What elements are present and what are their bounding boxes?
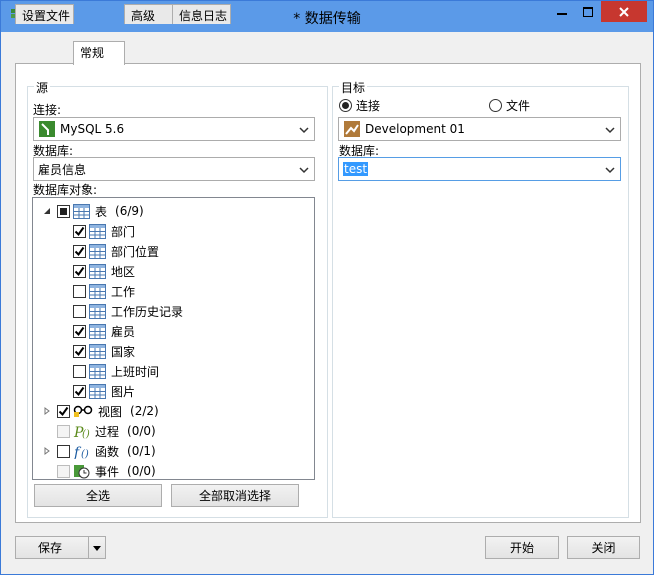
- window: * 数据传输 设置文件 常规 高级 信息日志 源 连接: MySQL 5.6 数…: [0, 0, 654, 575]
- table-checkbox[interactable]: [73, 344, 86, 358]
- table-icon: [89, 343, 106, 360]
- chevron-down-icon: [605, 164, 615, 174]
- tree-item-table[interactable]: 上班时间: [73, 361, 159, 381]
- table-icon: [89, 243, 106, 260]
- select-all-button[interactable]: 全选: [34, 484, 162, 507]
- database-objects-tree[interactable]: 表 (6/9) 部门 部门位置 地区 工作 工作历史记录 雇员 国家 上班时间 图片 视图 (2…: [32, 197, 315, 480]
- maximize-button[interactable]: [575, 1, 601, 22]
- tree-item-table[interactable]: 地区: [73, 261, 135, 281]
- expand-arrow-icon[interactable]: [41, 445, 53, 457]
- server-connection-icon: [343, 121, 360, 138]
- database-objects-label: 数据库对象:: [33, 183, 98, 197]
- events-checkbox[interactable]: [57, 464, 70, 478]
- table-icon: [89, 323, 106, 340]
- procedure-icon: P(): [73, 423, 90, 440]
- source-database-select[interactable]: 雇员信息: [33, 157, 315, 181]
- target-connection-radio[interactable]: 连接: [339, 97, 380, 114]
- target-connection-value: Development 01: [365, 122, 465, 136]
- svg-text:(): (): [81, 449, 89, 459]
- mysql-connection-icon: [38, 121, 55, 138]
- title-bar[interactable]: * 数据传输: [1, 1, 653, 32]
- tab-general[interactable]: 常规: [73, 41, 125, 65]
- table-icon: [89, 263, 106, 280]
- table-icon: [89, 383, 106, 400]
- deselect-all-button[interactable]: 全部取消选择: [171, 484, 299, 507]
- save-dropdown-button[interactable]: [88, 536, 106, 559]
- table-checkbox[interactable]: [73, 324, 86, 338]
- views-checkbox[interactable]: [57, 404, 70, 418]
- view-glasses-icon: [73, 403, 93, 420]
- table-icon: [89, 223, 106, 240]
- table-icon: [73, 203, 90, 220]
- close-button[interactable]: 关闭: [567, 536, 640, 559]
- svg-text:(): (): [82, 429, 90, 439]
- table-checkbox[interactable]: [73, 264, 86, 278]
- tree-node-procedures[interactable]: P() 过程 (0/0): [41, 421, 156, 441]
- target-file-radio[interactable]: 文件: [489, 97, 530, 114]
- general-panel: 源 连接: MySQL 5.6 数据库: 雇员信息 数据库对象: 表 (6/9)…: [15, 63, 641, 523]
- collapse-arrow-icon[interactable]: [41, 205, 53, 217]
- tab-profile[interactable]: 设置文件: [15, 4, 74, 24]
- table-checkbox[interactable]: [73, 284, 86, 298]
- source-database-value: 雇员信息: [38, 162, 87, 177]
- table-icon: [89, 283, 106, 300]
- tree-node-events[interactable]: 事件 (0/0): [41, 461, 156, 480]
- caret-down-icon: [93, 545, 101, 551]
- tree-node-tables[interactable]: 表 (6/9): [41, 201, 144, 221]
- table-checkbox[interactable]: [73, 224, 86, 238]
- table-checkbox[interactable]: [73, 244, 86, 258]
- tree-item-table[interactable]: 国家: [73, 341, 135, 361]
- tab-advanced[interactable]: 高级: [124, 4, 173, 24]
- tab-message-log[interactable]: 信息日志: [172, 4, 231, 24]
- table-checkbox[interactable]: [73, 384, 86, 398]
- save-button[interactable]: 保存: [15, 536, 89, 559]
- table-checkbox[interactable]: [73, 364, 86, 378]
- source-group-label: 源: [34, 79, 51, 96]
- source-connection-value: MySQL 5.6: [60, 122, 125, 136]
- close-window-button[interactable]: [601, 1, 647, 22]
- event-clock-icon: [73, 463, 90, 480]
- tree-item-table[interactable]: 工作: [73, 281, 135, 301]
- tree-node-functions[interactable]: f() 函数 (0/1): [41, 441, 156, 461]
- chevron-down-icon: [299, 164, 309, 174]
- tree-item-table[interactable]: 图片: [73, 381, 135, 401]
- tree-item-table[interactable]: 雇员: [73, 321, 135, 341]
- tree-item-table[interactable]: 部门位置: [73, 241, 159, 261]
- target-database-value: test: [343, 162, 369, 176]
- tree-node-views[interactable]: 视图 (2/2): [41, 401, 159, 421]
- table-icon: [89, 303, 106, 320]
- target-connection-select[interactable]: Development 01: [338, 117, 621, 141]
- target-group-label: 目标: [339, 79, 368, 96]
- radio-selected-icon[interactable]: [339, 99, 352, 112]
- chevron-down-icon: [605, 124, 615, 134]
- chevron-down-icon: [299, 124, 309, 134]
- start-button[interactable]: 开始: [485, 536, 559, 559]
- tree-item-table[interactable]: 工作历史记录: [73, 301, 183, 321]
- radio-unselected-icon[interactable]: [489, 99, 502, 112]
- function-icon: f(): [73, 443, 90, 460]
- table-checkbox[interactable]: [73, 304, 86, 318]
- tree-item-table[interactable]: 部门: [73, 221, 135, 241]
- tables-checkbox[interactable]: [57, 204, 70, 218]
- procedures-checkbox[interactable]: [57, 424, 70, 438]
- source-connection-label: 连接:: [33, 103, 62, 117]
- target-database-select[interactable]: test: [338, 157, 621, 181]
- table-icon: [89, 363, 106, 380]
- minimize-button[interactable]: [549, 1, 575, 22]
- functions-checkbox[interactable]: [57, 444, 70, 458]
- expand-arrow-icon[interactable]: [41, 405, 53, 417]
- source-connection-select[interactable]: MySQL 5.6: [33, 117, 315, 141]
